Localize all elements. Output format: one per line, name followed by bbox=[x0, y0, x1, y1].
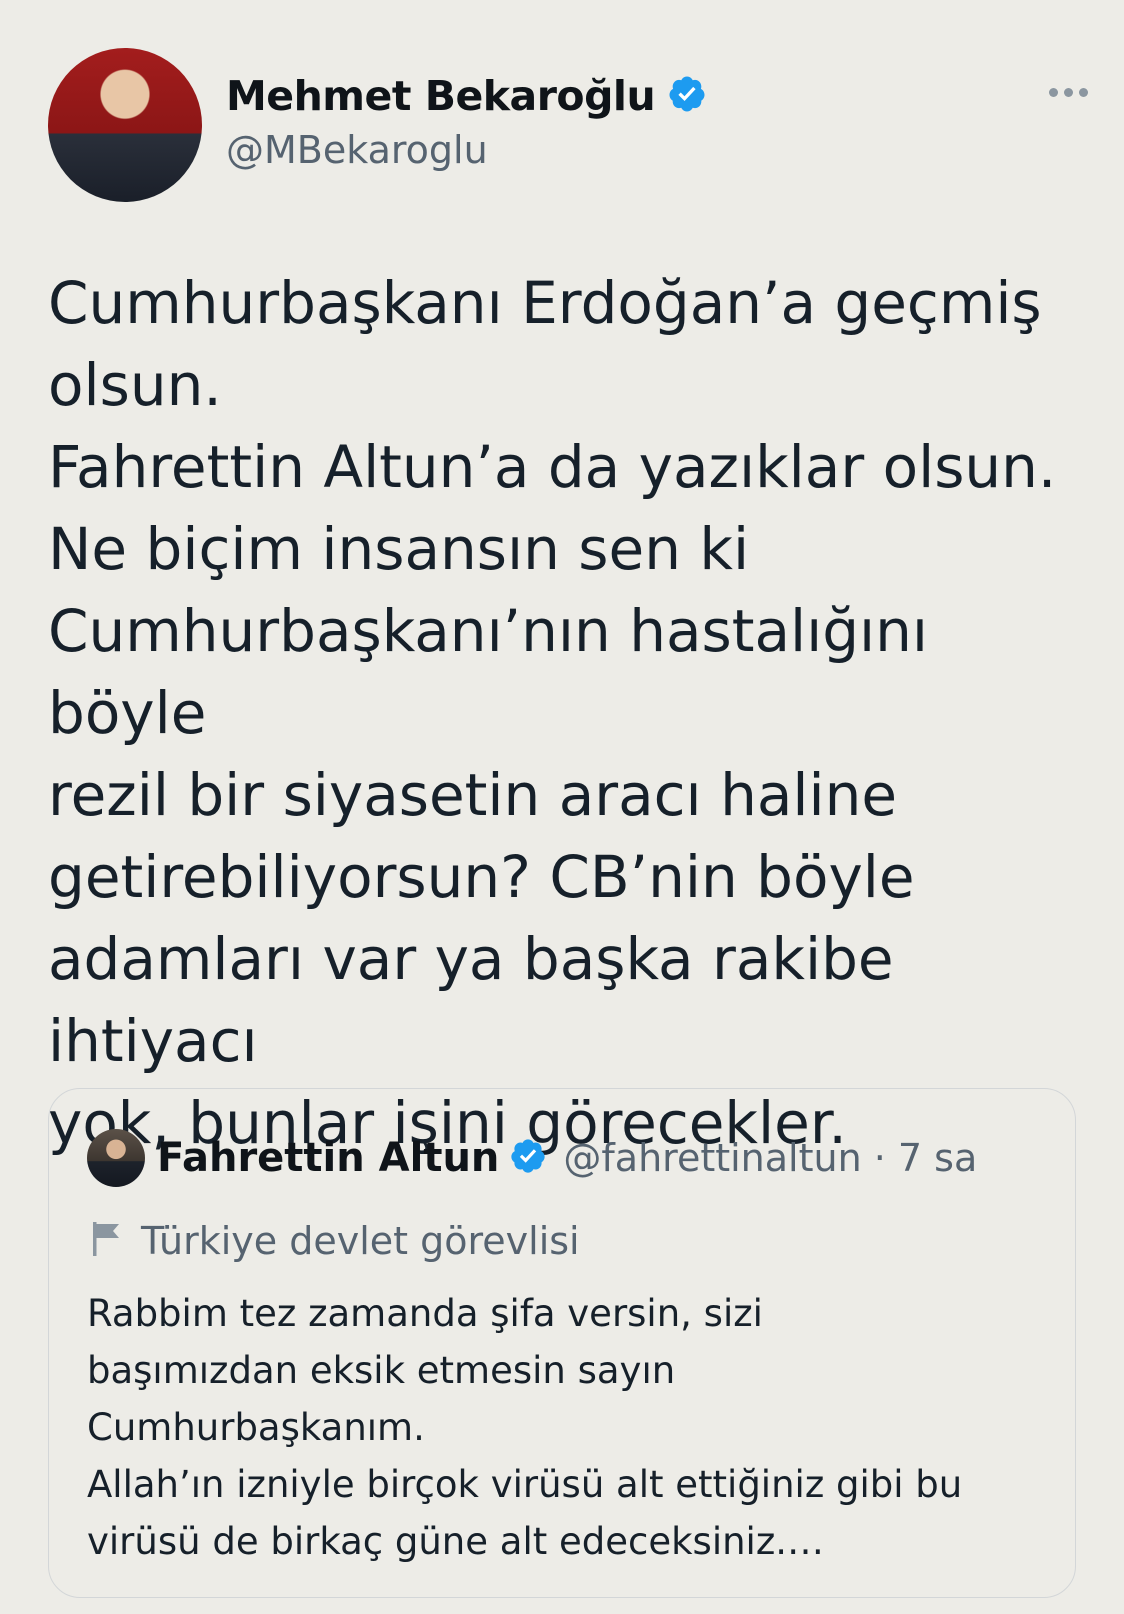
more-dot bbox=[1064, 88, 1073, 97]
quoted-tweet[interactable]: Fahrettin Altun @fahrettinaltun · 7 sa T… bbox=[48, 1088, 1076, 1598]
tweet-header: Mehmet Bekaroğlu @MBekaroglu bbox=[48, 48, 1088, 208]
verified-badge-icon bbox=[509, 1137, 547, 1179]
quoted-handle-time[interactable]: @fahrettinaltun · 7 sa bbox=[563, 1136, 977, 1180]
author-handle[interactable]: @MBekaroglu bbox=[226, 128, 707, 172]
tweet-text: Cumhurbaşkanı Erdoğan’a geçmiş olsun. Fa… bbox=[48, 269, 1057, 1157]
more-options-icon[interactable] bbox=[1049, 88, 1088, 97]
flag-icon bbox=[89, 1220, 123, 1262]
government-label-text: Türkiye devlet görevlisi bbox=[141, 1219, 580, 1263]
more-dot bbox=[1049, 88, 1058, 97]
author-avatar[interactable] bbox=[48, 48, 202, 202]
verified-badge-icon bbox=[667, 74, 707, 118]
more-dot bbox=[1079, 88, 1088, 97]
quoted-header: Fahrettin Altun @fahrettinaltun · 7 sa bbox=[87, 1129, 977, 1187]
quoted-avatar[interactable] bbox=[87, 1129, 145, 1187]
author-names: Mehmet Bekaroğlu @MBekaroglu bbox=[226, 72, 707, 172]
government-label[interactable]: Türkiye devlet görevlisi bbox=[89, 1219, 580, 1263]
quoted-display-name[interactable]: Fahrettin Altun bbox=[157, 1135, 499, 1181]
author-display-name[interactable]: Mehmet Bekaroğlu bbox=[226, 72, 656, 120]
quoted-text: Rabbim tez zamanda şifa versin, sizi baş… bbox=[87, 1292, 963, 1563]
author-name-row: Mehmet Bekaroğlu bbox=[226, 72, 707, 120]
